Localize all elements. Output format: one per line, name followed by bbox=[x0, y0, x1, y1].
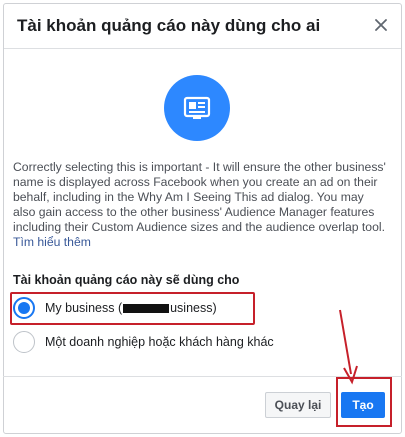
close-icon[interactable] bbox=[371, 15, 391, 35]
description: Correctly selecting this is important - … bbox=[13, 160, 388, 250]
annotation-arrow-icon bbox=[339, 309, 358, 385]
dialog-header: Tài khoản quảng cáo này dùng cho ai bbox=[4, 4, 401, 49]
dialog-title: Tài khoản quảng cáo này dùng cho ai bbox=[17, 16, 321, 35]
option-other-business[interactable]: Một doanh nghiệp hoặc khách hàng khác bbox=[13, 327, 388, 357]
option-other-business-label: Một doanh nghiệp hoặc khách hàng khác bbox=[45, 335, 274, 349]
annotation-highlight-option bbox=[10, 292, 255, 325]
back-button[interactable]: Quay lại bbox=[265, 392, 331, 418]
learn-more-link[interactable]: Tìm hiểu thêm bbox=[13, 235, 91, 249]
ad-screen-icon bbox=[164, 75, 230, 141]
description-text: Correctly selecting this is important - … bbox=[13, 160, 386, 234]
radio-other-business[interactable] bbox=[13, 331, 35, 353]
section-label: Tài khoản quảng cáo này sẽ dùng cho bbox=[13, 273, 240, 287]
